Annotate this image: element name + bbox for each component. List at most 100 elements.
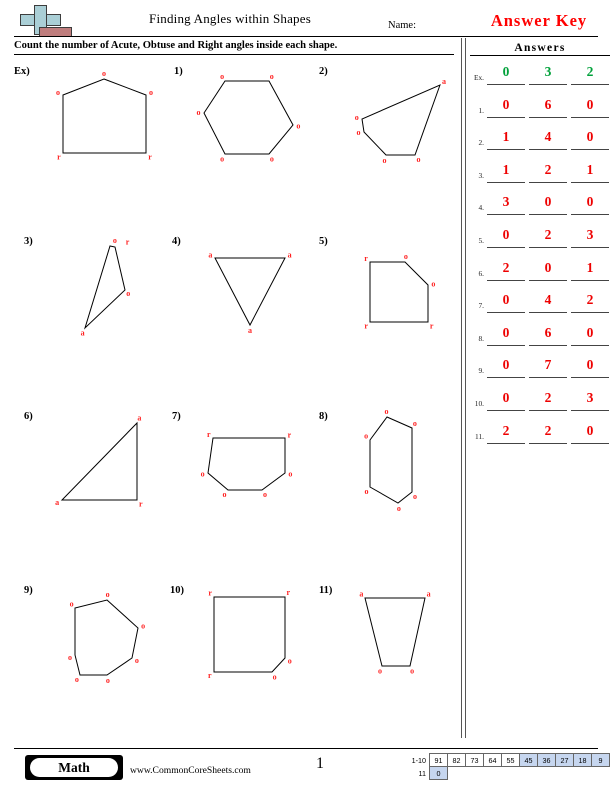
shape-outline bbox=[203, 80, 294, 155]
answer-row-number: 5. bbox=[478, 236, 484, 245]
answer-value[interactable]: 0 bbox=[571, 323, 609, 346]
answer-value[interactable]: 6 bbox=[529, 323, 567, 346]
answer-row-number: 4. bbox=[478, 203, 484, 213]
vertex-angle-label: o bbox=[113, 236, 117, 245]
answer-row-number: 9. bbox=[478, 366, 484, 376]
answer-value[interactable]: 2 bbox=[529, 225, 567, 248]
problem-number: 1) bbox=[174, 66, 183, 77]
answer-value[interactable]: 0 bbox=[529, 258, 567, 281]
answer-value[interactable]: 0 bbox=[487, 323, 525, 346]
answer-row-number: 6. bbox=[478, 268, 484, 278]
vertex-angle-label: o bbox=[357, 128, 361, 137]
score-cell[interactable]: 64 bbox=[483, 753, 502, 767]
answer-value[interactable]: 3 bbox=[571, 388, 609, 411]
vertex-angle-label: o bbox=[263, 490, 267, 499]
vertex-angle-label: r bbox=[126, 238, 130, 247]
answer-value[interactable]: 0 bbox=[487, 62, 525, 85]
vertex-angle-label: r bbox=[364, 322, 368, 331]
answer-value[interactable]: 2 bbox=[487, 421, 525, 444]
vertex-angle-label: a bbox=[427, 589, 431, 598]
answer-value[interactable]: 0 bbox=[571, 192, 609, 216]
answer-value[interactable]: 4 bbox=[529, 127, 567, 151]
answer-row-number: 7. bbox=[478, 301, 484, 311]
vertex-angle-label: o bbox=[355, 113, 359, 122]
vertex-angle-label: o bbox=[197, 108, 201, 117]
answer-value[interactable]: 2 bbox=[571, 62, 609, 85]
score-cell[interactable]: 73 bbox=[465, 753, 484, 767]
answer-value[interactable]: 0 bbox=[571, 355, 609, 379]
vertex-angle-label: a bbox=[359, 590, 363, 599]
vertex-angle-label: o bbox=[382, 156, 386, 165]
answer-value[interactable]: 2 bbox=[529, 388, 567, 411]
answer-value[interactable]: 0 bbox=[487, 355, 525, 379]
shape-figure: a a o o bbox=[359, 589, 431, 676]
answer-value[interactable]: 1 bbox=[487, 127, 525, 151]
score-cell[interactable]: 45 bbox=[519, 753, 538, 767]
answer-value[interactable]: 0 bbox=[571, 95, 609, 118]
answer-value[interactable]: 0 bbox=[487, 95, 525, 118]
answer-row: 10. 0 2 3 bbox=[468, 388, 610, 418]
answer-value[interactable]: 0 bbox=[529, 192, 567, 216]
answer-value[interactable]: 1 bbox=[487, 160, 525, 183]
vertex-angle-label: r bbox=[288, 430, 292, 439]
vertex-angle-label: o bbox=[410, 667, 414, 676]
worksheet-page: Finding Angles within Shapes Name: Answe… bbox=[0, 0, 612, 792]
vertex-angle-label: r bbox=[208, 589, 212, 598]
answer-value[interactable]: 1 bbox=[571, 258, 609, 281]
shape-figure: o roa bbox=[81, 236, 131, 337]
answer-value[interactable]: 0 bbox=[487, 225, 525, 248]
vertex-angle-label: o bbox=[149, 88, 153, 97]
answer-value[interactable]: 0 bbox=[571, 127, 609, 151]
score-cell[interactable]: 0 bbox=[429, 766, 448, 780]
vertex-angle-label: o bbox=[68, 653, 72, 662]
answer-value[interactable]: 6 bbox=[529, 95, 567, 118]
score-cell[interactable]: 82 bbox=[447, 753, 466, 767]
answer-value[interactable]: 4 bbox=[529, 290, 567, 314]
answer-value[interactable]: 7 bbox=[529, 355, 567, 379]
answer-value[interactable]: 0 bbox=[487, 290, 525, 314]
answers-column-divider bbox=[461, 38, 466, 738]
shape-outline bbox=[361, 84, 441, 156]
answer-value[interactable]: 2 bbox=[529, 160, 567, 183]
score-cell[interactable]: 27 bbox=[555, 753, 574, 767]
score-cell[interactable]: 91 bbox=[429, 753, 448, 767]
answer-row: 8. 0 6 0 bbox=[468, 323, 610, 353]
answer-row: 9. 0 7 0 bbox=[468, 355, 610, 385]
score-cell[interactable]: 9 bbox=[591, 753, 610, 767]
shape-figure: a a a bbox=[208, 251, 291, 335]
problem-number: 6) bbox=[24, 411, 33, 422]
shape-figure: o o o o o o bbox=[364, 407, 417, 513]
vertex-angle-label: o bbox=[404, 252, 408, 261]
shape-outline bbox=[214, 257, 286, 327]
answers-heading: Answers bbox=[470, 42, 610, 56]
shape-outline bbox=[207, 437, 286, 491]
problem-number: Ex) bbox=[14, 66, 30, 77]
vertex-angle-label: o bbox=[135, 656, 139, 665]
answer-value[interactable]: 3 bbox=[571, 225, 609, 248]
vertex-angle-label: o bbox=[364, 432, 368, 441]
score-cell[interactable]: 36 bbox=[537, 753, 556, 767]
subject-badge: Math bbox=[25, 755, 123, 780]
vertex-angle-label: r bbox=[57, 152, 61, 161]
instructions-text: Count the number of Acute, Obtuse and Ri… bbox=[14, 40, 338, 51]
answer-value[interactable]: 1 bbox=[571, 160, 609, 183]
score-cell[interactable]: 55 bbox=[501, 753, 520, 767]
name-label: Name: bbox=[388, 20, 416, 31]
answer-value[interactable]: 3 bbox=[529, 62, 567, 85]
vertex-angle-label: o bbox=[201, 469, 205, 478]
score-cell-empty bbox=[502, 767, 520, 780]
answer-value[interactable]: 2 bbox=[571, 290, 609, 314]
answer-value[interactable]: 0 bbox=[487, 388, 525, 411]
answer-row: 5. 0 2 3 bbox=[468, 225, 610, 255]
vertex-angle-label: r bbox=[364, 254, 368, 263]
score-row: 1-10 91 82 73 64 55 45 36 27 18 9 bbox=[402, 753, 610, 767]
problem-number: 4) bbox=[172, 236, 181, 247]
score-cell[interactable]: 18 bbox=[573, 753, 592, 767]
score-row-label: 1-10 bbox=[411, 755, 426, 765]
problem-number: 7) bbox=[172, 411, 181, 422]
answer-value[interactable]: 0 bbox=[571, 421, 609, 444]
answer-value[interactable]: 3 bbox=[487, 192, 525, 216]
answer-value[interactable]: 2 bbox=[487, 258, 525, 281]
answer-row: Ex. 0 3 2 bbox=[468, 62, 610, 92]
answer-value[interactable]: 2 bbox=[529, 421, 567, 444]
